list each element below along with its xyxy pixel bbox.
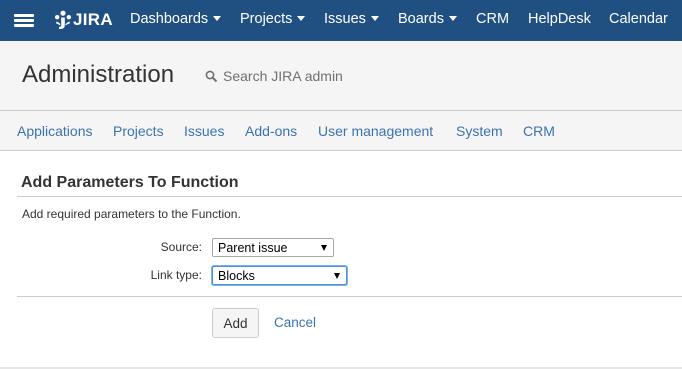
chevron-down-icon xyxy=(321,245,327,251)
tab-projects[interactable]: Projects xyxy=(113,123,164,139)
nav-boards-label: Boards xyxy=(398,11,444,27)
tab-system[interactable]: System xyxy=(456,123,503,139)
nav-helpdesk[interactable]: HelpDesk xyxy=(528,11,591,27)
nav-dashboards-label: Dashboards xyxy=(130,11,209,27)
link-type-select[interactable]: Blocks xyxy=(212,266,347,285)
page-title: Administration xyxy=(22,61,175,88)
form-description: Add required parameters to the Function. xyxy=(22,207,241,221)
divider xyxy=(17,196,682,197)
tab-add-ons[interactable]: Add-ons xyxy=(245,123,297,139)
nav-boards[interactable]: Boards xyxy=(398,11,457,27)
tab-crm[interactable]: CRM xyxy=(523,123,555,139)
nav-projects[interactable]: Projects xyxy=(240,11,306,27)
chevron-down-icon xyxy=(297,15,306,21)
link-type-select-value: Blocks xyxy=(218,269,255,283)
tab-applications[interactable]: Applications xyxy=(17,123,93,139)
link-type-label: Link type: xyxy=(150,268,202,282)
nav-calendar[interactable]: Calendar xyxy=(609,11,668,27)
admin-header: Administration Search JIRA admin xyxy=(0,41,682,111)
divider xyxy=(17,296,682,297)
add-button[interactable]: Add xyxy=(212,308,259,338)
jira-logo[interactable]: JIRA xyxy=(54,9,113,31)
nav-crm-label: CRM xyxy=(476,11,510,27)
nav-issues-label: Issues xyxy=(324,11,366,27)
nav-issues[interactable]: Issues xyxy=(324,11,379,27)
nav-projects-label: Projects xyxy=(240,11,293,27)
top-navigation-bar: JIRA Dashboards Projects Issues Boards C… xyxy=(0,0,682,41)
search-icon xyxy=(205,70,218,82)
source-label: Source: xyxy=(160,240,202,254)
chevron-down-icon xyxy=(213,15,222,21)
source-select[interactable]: Parent issue xyxy=(212,238,334,257)
admin-tabs: Applications Projects Issues Add-ons Use… xyxy=(0,111,682,151)
nav-dashboards[interactable]: Dashboards xyxy=(130,11,222,27)
cancel-link[interactable]: Cancel xyxy=(274,315,316,330)
admin-search-input[interactable]: Search JIRA admin xyxy=(205,66,343,86)
chevron-down-icon xyxy=(448,15,457,21)
nav-calendar-label: Calendar xyxy=(609,11,668,27)
menu-icon[interactable] xyxy=(14,12,34,28)
form-heading: Add Parameters To Function xyxy=(21,174,239,191)
tab-issues[interactable]: Issues xyxy=(184,123,224,139)
nav-helpdesk-label: HelpDesk xyxy=(528,11,591,27)
chevron-down-icon xyxy=(334,273,340,279)
source-select-value: Parent issue xyxy=(218,241,288,255)
jira-logo-text: JIRA xyxy=(73,10,113,29)
jira-logo-icon xyxy=(55,10,71,29)
chevron-down-icon xyxy=(370,15,379,21)
search-placeholder: Search JIRA admin xyxy=(223,68,343,84)
nav-crm[interactable]: CRM xyxy=(476,11,509,27)
tab-user-management[interactable]: User management xyxy=(318,123,433,139)
